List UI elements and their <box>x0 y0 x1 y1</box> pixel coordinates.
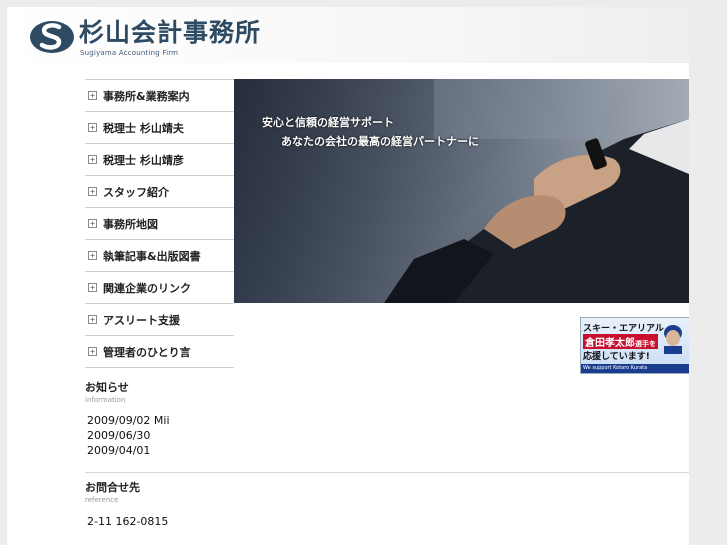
nav-item-label: 事務所&業務案内 <box>103 89 190 103</box>
nav-item-label: 関連企業のリンク <box>103 281 191 295</box>
list-item: 2009/06/30 <box>87 428 170 443</box>
nav-item-label: 事務所地図 <box>103 217 158 231</box>
athlete-name-text: 倉田孝太郎 <box>585 338 635 349</box>
nav-item-staff[interactable]: + スタッフ紹介 <box>85 176 234 208</box>
expand-icon: + <box>88 251 97 260</box>
list-item: 2009/04/01 <box>87 443 170 458</box>
athlete-photo <box>664 325 682 354</box>
nav-item-label: 税理士 杉山靖彦 <box>103 153 184 167</box>
news-heading-jp: お知らせ <box>85 381 129 394</box>
expand-icon: + <box>88 219 97 228</box>
expand-icon: + <box>88 123 97 132</box>
news-date: 2009/09/02 <box>87 414 151 427</box>
nav-item-map[interactable]: + 事務所地図 <box>85 208 234 240</box>
nav-item-tax-accountant-yasuhiko[interactable]: + 税理士 杉山靖彦 <box>85 144 234 176</box>
athlete-banner-line-1: スキー・エアリアル <box>583 324 664 334</box>
expand-icon: + <box>88 347 97 356</box>
nav-item-label: スタッフ紹介 <box>103 185 169 199</box>
hero-line-1: 安心と信頼の経営サポート <box>262 116 394 129</box>
hero-line-2: あなたの会社の最高の経営パートナーに <box>281 135 479 148</box>
nav-item-label: 管理者のひとり言 <box>103 345 191 359</box>
contact-heading: お問合せ先 reference <box>85 479 140 504</box>
side-nav: + 事務所&業務案内 + 税理士 杉山靖夫 + 税理士 杉山靖彦 + スタッフ紹介 + 事… <box>85 79 234 368</box>
contact-heading-en: reference <box>85 496 119 504</box>
site-title[interactable]: 杉山会計事務所 <box>79 19 261 47</box>
list-item: 2009/09/02 Mii <box>87 413 170 428</box>
news-heading-en: information <box>85 396 126 404</box>
athlete-support-banner[interactable]: スキー・エアリアル 倉田孝太郎選手を 応援しています! We support K… <box>580 317 689 374</box>
nav-item-office-info[interactable]: + 事務所&業務案内 <box>85 79 234 112</box>
nav-item-admin-blog[interactable]: + 管理者のひとり言 <box>85 336 234 368</box>
nav-item-label: 税理士 杉山靖夫 <box>103 121 184 135</box>
news-list: 2009/09/02 Mii 2009/06/30 2009/04/01 <box>87 413 170 458</box>
site-header: 杉山会計事務所 Sugiyama Accounting Firm <box>7 7 689 63</box>
nav-item-tax-accountant-yasuo[interactable]: + 税理士 杉山靖夫 <box>85 112 234 144</box>
expand-icon: + <box>88 283 97 292</box>
expand-icon: + <box>88 187 97 196</box>
athlete-banner-line-3: 応援しています! <box>583 352 650 362</box>
athlete-name-suffix: 選手を <box>635 340 656 348</box>
news-heading: お知らせ information <box>85 379 129 404</box>
hero-banner: 安心と信頼の経営サポート あなたの会社の最高の経営パートナーに <box>234 79 689 303</box>
site-subtitle: Sugiyama Accounting Firm <box>80 49 179 57</box>
news-date: 2009/06/30 <box>87 429 151 442</box>
news-date: 2009/04/01 <box>87 444 151 457</box>
nav-item-publications[interactable]: + 執筆記事&出版図書 <box>85 240 234 272</box>
news-text: Mii <box>150 414 170 427</box>
expand-icon: + <box>88 91 97 100</box>
hero-tagline: 安心と信頼の経営サポート あなたの会社の最高の経営パートナーに <box>262 113 479 151</box>
nav-item-label: 執筆記事&出版図書 <box>103 249 201 263</box>
contact-info: 2-11 162-0815 <box>87 514 168 529</box>
nav-item-label: アスリート支援 <box>103 313 180 327</box>
expand-icon: + <box>88 155 97 164</box>
contact-address: 2-11 162-0815 <box>87 515 169 528</box>
contact-heading-jp: お問合せ先 <box>85 481 140 494</box>
athlete-name: 倉田孝太郎選手を <box>583 334 658 349</box>
athlete-banner-footer: We support Kotaro Kurata <box>581 364 689 373</box>
page: 杉山会計事務所 Sugiyama Accounting Firm + 事務所&業務… <box>7 7 689 545</box>
expand-icon: + <box>88 315 97 324</box>
section-divider <box>85 472 689 473</box>
logo-icon[interactable] <box>29 19 75 55</box>
nav-item-athlete-support[interactable]: + アスリート支援 <box>85 304 234 336</box>
nav-item-links[interactable]: + 関連企業のリンク <box>85 272 234 304</box>
